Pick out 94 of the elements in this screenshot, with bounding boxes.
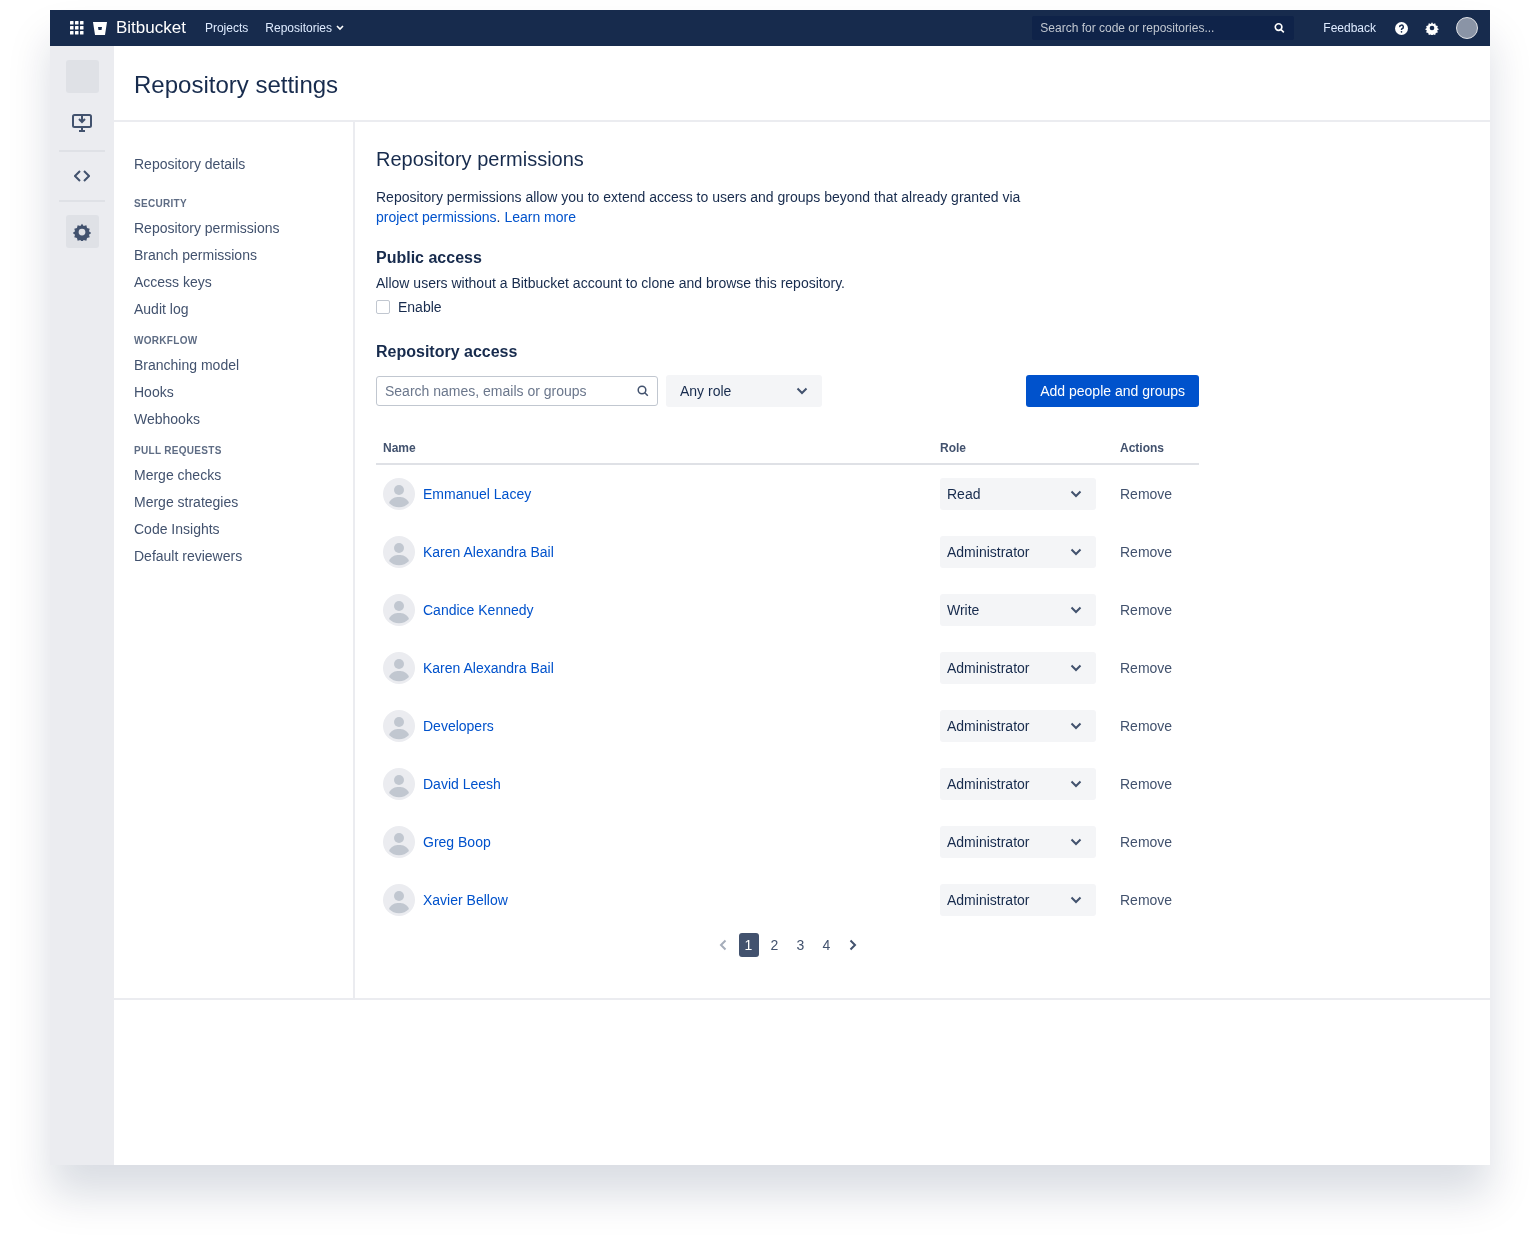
- page-number-button[interactable]: 2: [764, 933, 785, 957]
- sidebar-item[interactable]: Branch permissions: [134, 241, 257, 268]
- user-name-link[interactable]: Karen Alexandra Bail: [423, 544, 554, 560]
- sidebar-section-heading: PULL REQUESTS: [134, 445, 222, 456]
- user-avatar-icon: [383, 594, 415, 626]
- chevron-down-icon: [1070, 606, 1082, 614]
- chevron-down-icon: [1070, 896, 1082, 904]
- checkbox[interactable]: [376, 300, 390, 314]
- column-header: Name: [383, 441, 417, 455]
- chevron-down-icon: [1070, 722, 1082, 730]
- remove-button[interactable]: Remove: [1120, 718, 1173, 734]
- user-name-link[interactable]: Candice Kennedy: [423, 602, 534, 618]
- user-avatar-icon: [383, 884, 415, 916]
- sidebar-item[interactable]: Access keys: [134, 268, 212, 295]
- learn-more-link[interactable]: Learn more: [504, 209, 576, 225]
- user-name-link[interactable]: Developers: [423, 718, 494, 734]
- role-dropdown[interactable]: Administrator: [940, 710, 1096, 742]
- chevron-down-icon: [1070, 780, 1082, 788]
- role-dropdown[interactable]: Administrator: [940, 884, 1096, 916]
- sidebar-item[interactable]: Code Insights: [134, 515, 220, 542]
- remove-button[interactable]: Remove: [1120, 834, 1173, 850]
- add-people-button[interactable]: Add people and groups: [1026, 375, 1199, 407]
- sidebar-item[interactable]: Merge strategies: [134, 488, 239, 515]
- search-field[interactable]: Search names, emails or groups: [376, 376, 658, 406]
- sidebar-item[interactable]: Default reviewers: [134, 542, 243, 569]
- remove-button[interactable]: Remove: [1120, 776, 1173, 792]
- chevron-down-icon: [796, 387, 808, 395]
- remove-button[interactable]: Remove: [1120, 660, 1173, 676]
- sidebar-item[interactable]: Hooks: [134, 378, 174, 405]
- search-icon: [1274, 22, 1286, 34]
- user-name-link[interactable]: Greg Boop: [423, 834, 491, 850]
- remove-button[interactable]: Remove: [1120, 486, 1173, 502]
- chevron-down-icon: [1070, 548, 1082, 556]
- sidebar-item[interactable]: Branching model: [134, 351, 240, 378]
- user-name-link[interactable]: David Leesh: [423, 776, 501, 792]
- product-name[interactable]: Bitbucket: [116, 18, 186, 38]
- user-avatar-icon: [383, 768, 415, 800]
- nav-link[interactable]: Projects: [200, 21, 253, 35]
- role-dropdown[interactable]: Write: [940, 594, 1096, 626]
- sidebar-section-heading: SECURITY: [134, 198, 187, 209]
- download-monitor-icon[interactable]: [72, 113, 92, 132]
- role-dropdown[interactable]: Any role: [666, 375, 822, 407]
- role-dropdown[interactable]: Administrator: [940, 768, 1096, 800]
- app-switcher-icon[interactable]: [70, 21, 84, 35]
- checkbox-label: Enable: [398, 299, 442, 315]
- user-avatar-icon: [383, 710, 415, 742]
- column-header: Role: [940, 441, 967, 455]
- chevron-down-icon: [1070, 490, 1082, 498]
- section-heading: Public access: [376, 249, 483, 267]
- search-field[interactable]: Search for code or repositories...: [1032, 16, 1295, 40]
- page-number-button[interactable]: 3: [790, 933, 811, 957]
- settings-icon: [73, 222, 91, 241]
- role-dropdown[interactable]: Administrator: [940, 536, 1096, 568]
- sidebar-item[interactable]: Merge checks: [134, 461, 222, 488]
- role-dropdown[interactable]: Administrator: [940, 652, 1096, 684]
- settings-icon[interactable]: [1425, 21, 1439, 35]
- page-number-button[interactable]: 1: [738, 933, 759, 957]
- chevron-down-icon: [1070, 664, 1082, 672]
- user-name-link[interactable]: Karen Alexandra Bail: [423, 660, 554, 676]
- code-icon[interactable]: [74, 170, 90, 182]
- section-title: Repository permissions: [376, 148, 585, 171]
- sidebar-item[interactable]: Repository details: [134, 150, 246, 177]
- section-heading: Repository access: [376, 343, 519, 361]
- user-avatar-icon: [383, 652, 415, 684]
- user-name-link[interactable]: Emmanuel Lacey: [423, 486, 532, 502]
- sidebar-item[interactable]: Repository permissions: [134, 214, 280, 241]
- intro-text: Repository permissions allow you to extend access to users and groups beyond that already granted via project permissions. Learn more: [376, 188, 1022, 227]
- bucket-logo-icon: [93, 21, 107, 35]
- remove-button[interactable]: Remove: [1120, 892, 1173, 908]
- project-permissions-link[interactable]: project permissions: [376, 209, 497, 225]
- user-avatar[interactable]: [1456, 17, 1478, 39]
- chevron-down-icon: [336, 25, 344, 31]
- remove-button[interactable]: Remove: [1120, 602, 1173, 618]
- feedback-link[interactable]: Feedback: [1319, 21, 1380, 35]
- role-dropdown[interactable]: Read: [940, 478, 1096, 510]
- help-icon[interactable]: [1395, 21, 1408, 35]
- remove-button[interactable]: Remove: [1120, 544, 1173, 560]
- column-header: Actions: [1120, 441, 1165, 455]
- nav-link[interactable]: Repositories: [261, 21, 348, 35]
- description-text: Allow users without a Bitbucket account to clone and browse this repository.: [376, 275, 846, 291]
- page-number-button[interactable]: 4: [816, 933, 837, 957]
- sidebar-item[interactable]: Webhooks: [134, 405, 200, 432]
- role-dropdown[interactable]: Administrator: [940, 826, 1096, 858]
- settings-rail-button[interactable]: [65, 215, 99, 248]
- search-icon: [637, 385, 649, 397]
- page-title: Repository settings: [114, 46, 1490, 122]
- chevron-down-icon: [1070, 838, 1082, 846]
- sidebar-item[interactable]: Audit log: [134, 295, 189, 322]
- user-name-link[interactable]: Xavier Bellow: [423, 892, 508, 908]
- sidebar-section-heading: WORKFLOW: [134, 335, 198, 346]
- user-avatar-icon: [383, 478, 415, 510]
- user-avatar-icon: [383, 826, 415, 858]
- next-page-icon[interactable]: [848, 939, 857, 951]
- user-avatar-icon: [383, 536, 415, 568]
